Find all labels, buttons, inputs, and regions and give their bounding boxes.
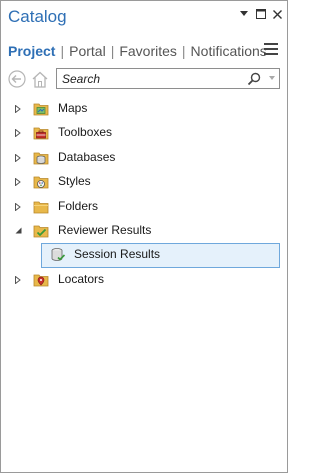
- tree-item-folders[interactable]: Folders: [1, 195, 287, 219]
- search-options-dropdown-icon[interactable]: [269, 76, 275, 80]
- expanded-arrow-icon[interactable]: [13, 226, 23, 236]
- tree-item-label: Toolboxes: [58, 125, 113, 140]
- collapsed-arrow-icon[interactable]: [13, 177, 23, 187]
- session-results-icon: [50, 247, 66, 263]
- tree-item-label: Maps: [58, 101, 88, 115]
- locators-folder-icon: [33, 272, 49, 288]
- tab-separator: |: [110, 43, 115, 59]
- search-input[interactable]: Search: [56, 68, 280, 89]
- toolboxes-folder-icon: [33, 125, 49, 141]
- restore-icon[interactable]: [254, 7, 268, 21]
- catalog-pane: Catalog Project | Portal | Favorites | N…: [0, 0, 288, 473]
- home-icon[interactable]: [31, 69, 49, 89]
- pane-title: Catalog: [8, 7, 67, 26]
- tree-item-label: Session Results: [74, 247, 161, 262]
- collapsed-arrow-icon[interactable]: [13, 275, 23, 285]
- collapsed-arrow-icon[interactable]: [13, 202, 23, 212]
- search-icon[interactable]: [247, 72, 261, 86]
- tree-item-maps[interactable]: Maps: [1, 97, 287, 121]
- maps-folder-icon: [33, 101, 49, 117]
- collapsed-arrow-icon[interactable]: [13, 153, 23, 163]
- tree-item-toolboxes[interactable]: Toolboxes: [1, 121, 287, 145]
- tree-item-reviewer-results[interactable]: Reviewer Results: [1, 219, 287, 243]
- tab-portal[interactable]: Portal: [69, 43, 106, 59]
- folders-icon: [33, 199, 49, 215]
- tab-separator: |: [60, 43, 65, 59]
- styles-folder-icon: [33, 174, 49, 190]
- tab-notifications[interactable]: Notifications: [191, 43, 267, 59]
- search-placeholder: Search: [62, 72, 101, 86]
- tree-item-session-results[interactable]: Session Results: [41, 243, 280, 268]
- catalog-tabs: Project | Portal | Favorites | Notificat…: [8, 41, 267, 61]
- close-icon[interactable]: [270, 7, 284, 21]
- tab-separator: |: [181, 43, 186, 59]
- back-arrow-icon[interactable]: [8, 69, 26, 89]
- tree-item-label: Styles: [58, 174, 91, 189]
- pane-options-dropdown-icon[interactable]: [237, 7, 251, 21]
- pane-titlebar: Catalog: [1, 1, 287, 35]
- tree-item-databases[interactable]: Databases: [1, 146, 287, 170]
- tree-item-locators[interactable]: Locators: [1, 268, 287, 292]
- tree-item-label: Folders: [58, 198, 99, 213]
- tab-favorites[interactable]: Favorites: [119, 43, 177, 59]
- collapsed-arrow-icon[interactable]: [13, 128, 23, 138]
- tree-item-label: Locators: [58, 271, 105, 286]
- catalog-tree: Maps Toolboxes Databases Styles Folders …: [1, 97, 287, 292]
- tab-project[interactable]: Project: [8, 43, 55, 59]
- tree-item-styles[interactable]: Styles: [1, 170, 287, 194]
- menu-icon[interactable]: [264, 43, 278, 55]
- databases-folder-icon: [33, 150, 49, 166]
- reviewer-results-icon: [33, 223, 49, 239]
- collapsed-arrow-icon[interactable]: [13, 104, 23, 114]
- tree-item-label: Reviewer Results: [58, 222, 152, 237]
- tree-item-label: Databases: [58, 149, 116, 164]
